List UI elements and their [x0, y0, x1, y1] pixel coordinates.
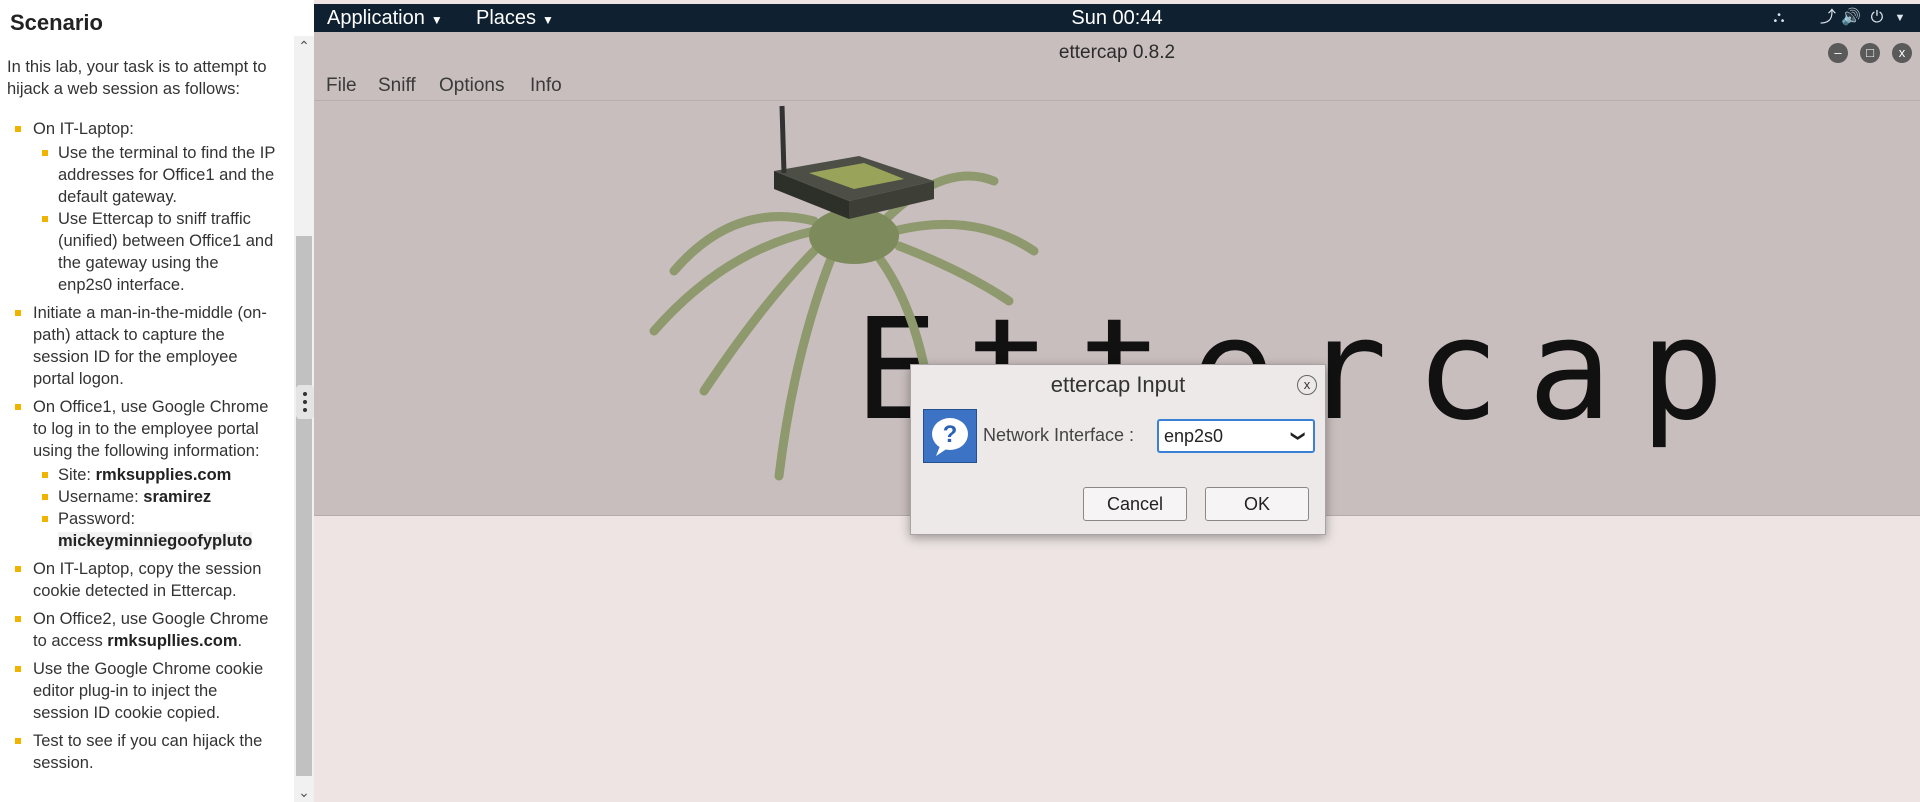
list-item: Site: rmksupplies.com [33, 464, 277, 486]
sub-task-list: Use the terminal to find the IP addresse… [33, 142, 277, 296]
task-text: . [237, 632, 243, 650]
site-label: Site: [58, 466, 96, 484]
cancel-button[interactable]: Cancel [1083, 487, 1187, 521]
window-titlebar[interactable]: ettercap 0.8.2 – □ x [314, 32, 1920, 72]
task-list: On IT-Laptop: Use the terminal to find t… [7, 118, 277, 774]
menu-info[interactable]: Info [530, 75, 562, 97]
clock[interactable]: Sun 00:44 [314, 6, 1920, 30]
linux-desktop: Application ▼ Places ▼ Sun 00:44 ⛬ ⤴ 🔊 ⏻ ▼… [314, 0, 1920, 802]
network-wired-icon[interactable]: ⤴ [1817, 8, 1839, 28]
svg-text:?: ? [943, 421, 958, 448]
list-item: Initiate a man-in-the-middle (on-path) a… [7, 302, 277, 390]
list-item: On IT-Laptop: Use the terminal to find t… [7, 118, 277, 296]
menu-bar: File Sniff Options Info [314, 72, 1920, 101]
grip-dot [303, 400, 307, 404]
scenario-panel: Scenario In this lab, your task is to at… [0, 0, 294, 802]
scenario-body: In this lab, your task is to attempt to … [7, 56, 277, 780]
minimize-icon[interactable]: – [1828, 43, 1848, 63]
chevron-down-icon[interactable]: ▼ [1889, 8, 1911, 28]
list-item: On Office1, use Google Chrome to log in … [7, 396, 277, 552]
question-icon: ? [923, 409, 977, 463]
window-title: ettercap 0.8.2 [1058, 42, 1176, 63]
list-item: On Office2, use Google Chrome to access … [7, 608, 277, 652]
grip-dot [303, 392, 307, 396]
maximize-icon[interactable]: □ [1860, 43, 1880, 63]
ettercap-input-dialog: ettercap Input x ? Network Interface : e… [910, 364, 1326, 535]
menu-file[interactable]: File [326, 75, 357, 97]
network-interface-value: enp2s0 [1164, 426, 1224, 446]
volume-icon[interactable]: 🔊 [1840, 8, 1862, 28]
username-value: sramirez [143, 488, 212, 506]
site-value: rmksupplies.com [95, 466, 232, 484]
close-icon[interactable]: x [1892, 43, 1912, 63]
list-item: Use Ettercap to sniff traffic (unified) … [33, 208, 277, 296]
credential-list: Site: rmksupplies.com Username: sramirez… [33, 464, 277, 552]
top-panel: Application ▼ Places ▼ Sun 00:44 ⛬ ⤴ 🔊 ⏻ ▼ [314, 4, 1920, 32]
list-item: Use the terminal to find the IP addresse… [33, 142, 277, 208]
scroll-up-icon[interactable]: ⌃ [294, 36, 314, 56]
dialog-title: ettercap Input [1050, 372, 1186, 397]
username-label: Username: [58, 488, 144, 506]
password-value: mickeyminniegoofypluto [58, 532, 253, 550]
menu-options[interactable]: Options [439, 75, 504, 97]
task-text: On Office1, use Google Chrome to log in … [33, 398, 269, 460]
scroll-down-icon[interactable]: ⌄ [294, 782, 314, 802]
list-item: Use the Google Chrome cookie editor plug… [7, 658, 277, 724]
power-icon[interactable]: ⏻ [1866, 8, 1888, 28]
pane-splitter-handle[interactable] [296, 385, 314, 419]
ok-button[interactable]: OK [1205, 487, 1309, 521]
scenario-scrollbar[interactable]: ⌃ ⌄ [294, 36, 314, 802]
menu-sniff[interactable]: Sniff [378, 75, 416, 97]
network-interface-label: Network Interface : [983, 425, 1135, 445]
list-item: Test to see if you can hijack the sessio… [7, 730, 277, 774]
task-text: On IT-Laptop: [33, 120, 134, 138]
network-interface-select[interactable]: enp2s0 ❯ [1157, 419, 1315, 453]
scenario-intro: In this lab, your task is to attempt to … [7, 58, 267, 98]
site-value: rmksupllies.com [107, 632, 238, 650]
close-icon[interactable]: x [1297, 375, 1317, 395]
list-item: Password: mickeyminniegoofypluto [33, 508, 277, 552]
password-label: Password: [58, 510, 136, 528]
chevron-down-icon: ❯ [1291, 430, 1308, 442]
list-item: Username: sramirez [33, 486, 277, 508]
scroll-thumb[interactable] [296, 236, 312, 776]
scenario-title: Scenario [10, 10, 103, 35]
ettercap-window: ettercap 0.8.2 – □ x File Sniff Options … [314, 32, 1920, 802]
network-sharing-icon[interactable]: ⛬ [1768, 8, 1790, 28]
grip-dot [303, 408, 307, 412]
list-item: On IT-Laptop, copy the session cookie de… [7, 558, 277, 602]
